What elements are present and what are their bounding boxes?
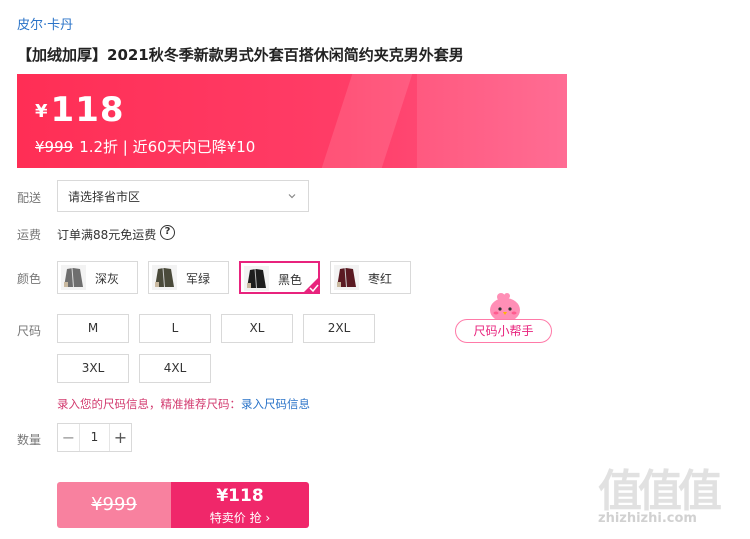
banner-sheen xyxy=(321,74,413,168)
size-option-4xl[interactable]: 4XL xyxy=(139,354,211,383)
shipping-info: 订单满88元免运费 xyxy=(57,228,157,242)
plus-icon[interactable]: + xyxy=(109,424,131,451)
color-name: 黑色 xyxy=(278,273,303,287)
shipping-label: 运费 xyxy=(17,228,42,242)
color-label: 颜色 xyxy=(17,272,42,286)
enter-size-link[interactable]: 录入尺码信息 xyxy=(241,397,310,411)
color-option-dark-gray[interactable]: 深灰 xyxy=(57,261,138,294)
watermark: 值值值 zhizhizhi.com xyxy=(598,455,743,535)
size-option-2xl[interactable]: 2XL xyxy=(303,314,375,343)
size-option-xl[interactable]: XL xyxy=(221,314,293,343)
brand-link[interactable]: 皮尔·卡丹 xyxy=(17,14,73,33)
color-name: 枣红 xyxy=(368,272,393,286)
product-title: 【加绒加厚】2021秋冬季新款男式外套百搭休闲简约夹克男外套男 xyxy=(17,46,464,64)
discount-info: 1.2折 | 近60天内已降¥10 xyxy=(79,138,256,156)
jacket-thumbnail xyxy=(61,265,86,290)
selected-check-icon xyxy=(303,277,319,293)
size-tip: 录入您的尺码信息，精准推荐尺码：录入尺码信息 xyxy=(57,396,310,412)
size-label: 尺码 xyxy=(17,324,42,338)
price-detail: ¥999 1.2折 | 近60天内已降¥10 xyxy=(35,136,255,157)
chevron-down-icon xyxy=(288,194,296,199)
size-option-l[interactable]: L xyxy=(139,314,211,343)
size-tip-text: 录入您的尺码信息，精准推荐尺码： xyxy=(57,397,241,411)
buy-special-price: ¥118 xyxy=(216,486,264,506)
color-name: 深灰 xyxy=(95,272,120,286)
current-price-value: 118 xyxy=(50,90,125,130)
region-select-placeholder: 请选择省市区 xyxy=(68,189,141,204)
current-price: ¥118 xyxy=(35,90,125,130)
watermark-domain: zhizhizhi.com xyxy=(598,511,697,526)
color-option-black[interactable]: 黑色 xyxy=(239,261,320,294)
minus-icon[interactable]: − xyxy=(58,424,80,451)
size-option-3xl[interactable]: 3XL xyxy=(57,354,129,383)
color-option-army-green[interactable]: 军绿 xyxy=(148,261,229,294)
watermark-logo: 值值值 xyxy=(598,466,722,517)
color-option-jujube-red[interactable]: 枣红 xyxy=(330,261,411,294)
delivery-label: 配送 xyxy=(17,191,42,205)
buy-now-button[interactable]: ¥118 特卖价 抢 › xyxy=(171,482,309,528)
original-price-button[interactable]: ¥999 xyxy=(57,482,171,528)
banner-sheen-right xyxy=(417,74,567,168)
quantity-value[interactable]: 1 xyxy=(80,424,109,451)
help-icon[interactable]: ? xyxy=(160,225,175,240)
color-name: 军绿 xyxy=(186,272,211,286)
price-banner: ¥118 ¥999 1.2折 | 近60天内已降¥10 xyxy=(17,74,567,168)
region-select[interactable]: 请选择省市区 xyxy=(57,180,309,212)
jacket-thumbnail xyxy=(244,266,269,291)
quantity-label: 数量 xyxy=(17,433,42,447)
jacket-thumbnail xyxy=(152,265,177,290)
buy-action-label: 特卖价 抢 › xyxy=(209,511,271,525)
currency-symbol: ¥ xyxy=(35,101,48,122)
size-option-m[interactable]: M xyxy=(57,314,129,343)
size-helper-button[interactable]: 尺码小帮手 xyxy=(455,319,552,343)
original-price: ¥999 xyxy=(35,138,74,156)
jacket-thumbnail xyxy=(334,265,359,290)
size-helper-widget[interactable]: 尺码小帮手 xyxy=(455,288,555,346)
quantity-stepper[interactable]: − 1 + xyxy=(57,423,132,452)
buy-original-price: ¥999 xyxy=(91,494,137,515)
